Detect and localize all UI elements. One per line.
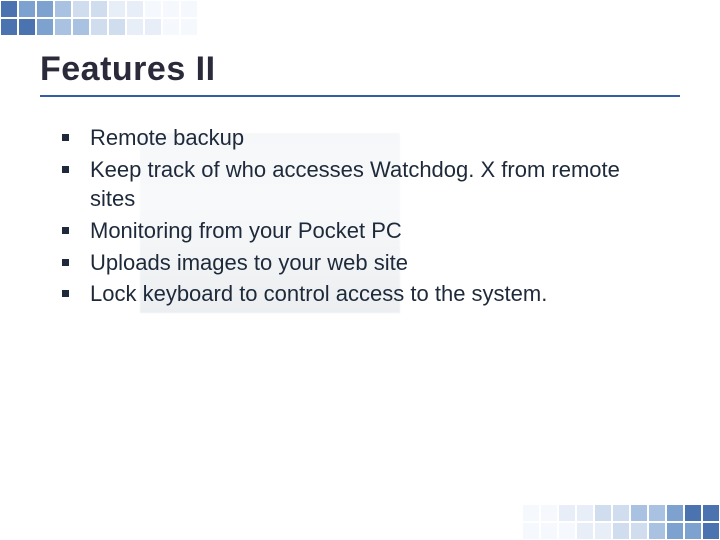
corner-decoration-top-left <box>0 0 240 44</box>
slide: Features II Remote backup Keep track of … <box>40 50 680 500</box>
feature-item: Lock keyboard to control access to the s… <box>62 279 622 309</box>
feature-list: Remote backup Keep track of who accesses… <box>40 123 680 309</box>
corner-decoration-bottom-right <box>480 496 720 540</box>
slide-content: Remote backup Keep track of who accesses… <box>40 123 680 309</box>
feature-item: Keep track of who accesses Watchdog. X f… <box>62 155 622 214</box>
slide-title: Features II <box>40 50 680 97</box>
feature-item: Uploads images to your web site <box>62 248 622 278</box>
feature-item: Remote backup <box>62 123 622 153</box>
feature-item: Monitoring from your Pocket PC <box>62 216 622 246</box>
